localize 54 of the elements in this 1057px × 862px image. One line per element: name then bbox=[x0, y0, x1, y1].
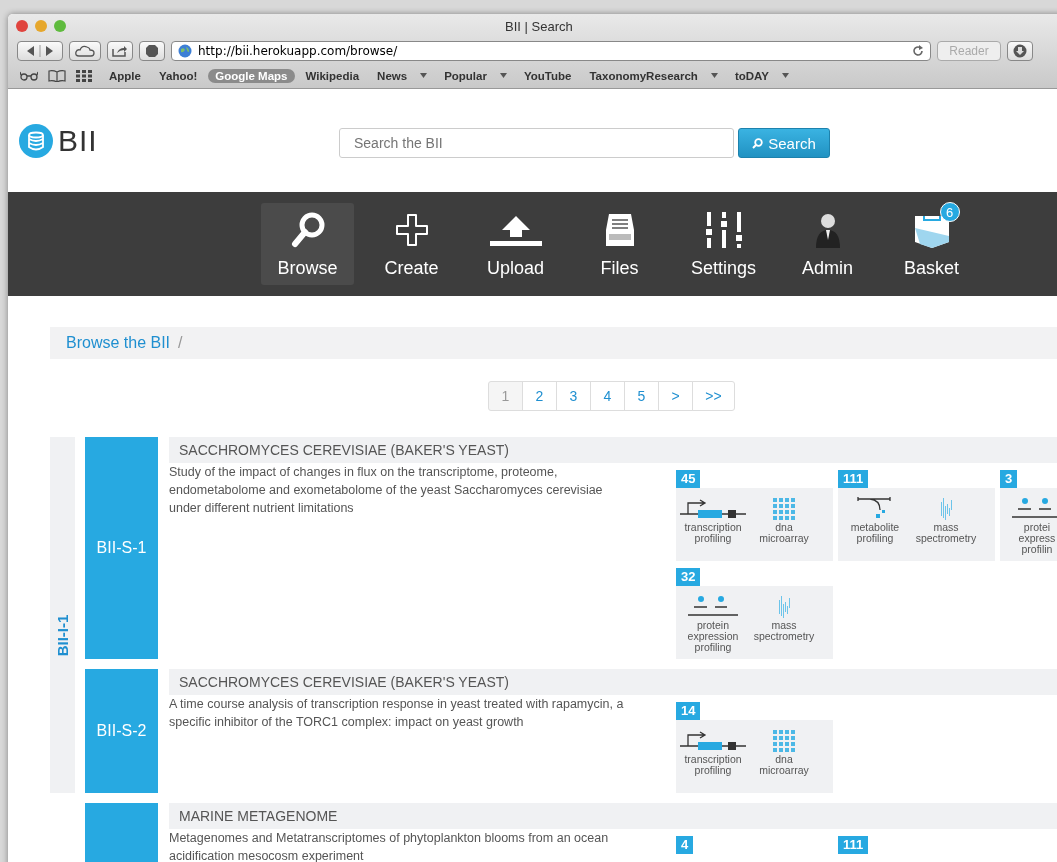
assay-label: mass spectrometry bbox=[915, 522, 977, 544]
search-field[interactable]: Search the BII bbox=[339, 128, 734, 158]
page-button[interactable]: 5 bbox=[624, 381, 659, 411]
bookmark-link[interactable]: toDAY bbox=[727, 69, 776, 83]
assay-label: metabolite profiling bbox=[850, 522, 900, 544]
assay-label: dna microarray bbox=[759, 754, 809, 776]
assay-count: 45 bbox=[676, 470, 701, 488]
assay-card[interactable]: transcription profiling dna microarray bbox=[676, 720, 833, 793]
bookmark-link[interactable]: Wikipedia bbox=[298, 69, 367, 83]
address-field[interactable]: http://bii.herokuapp.com/browse/ bbox=[171, 41, 931, 61]
assay-card[interactable]: transcription profiling dna microarray bbox=[676, 488, 833, 561]
study-title: MARINE METAGENOME bbox=[169, 803, 1057, 829]
assay-label: protein expression profiling bbox=[687, 620, 739, 653]
assay-count: 111 bbox=[838, 470, 869, 488]
assay-card[interactable]: metabolite profiling mass spectrometry bbox=[838, 488, 995, 561]
nav-tab[interactable]: Admin bbox=[781, 203, 874, 285]
page-button[interactable]: 2 bbox=[522, 381, 557, 411]
bookmark-link[interactable]: TaxonomyResearch bbox=[582, 69, 705, 83]
assay-label: mass spectrometry bbox=[753, 620, 815, 642]
logo-text: BII bbox=[58, 124, 98, 158]
page-button[interactable]: 4 bbox=[590, 381, 625, 411]
bookmark-link[interactable]: Apple bbox=[102, 69, 148, 83]
study-description: Study of the impact of changes in flux on the transcriptome, proteome, endometabolome and exometabolome of the yeast Saccharomyces cerevisiae under different nutrient limitations bbox=[169, 464, 604, 517]
nav-tab[interactable]: Files bbox=[573, 203, 666, 285]
page-button[interactable]: >> bbox=[692, 381, 735, 411]
bookmark-link[interactable]: Popular bbox=[437, 69, 494, 83]
bookmark-link[interactable]: News bbox=[370, 69, 415, 83]
window-title: BII | Search bbox=[505, 18, 573, 34]
breadcrumb-separator: / bbox=[178, 334, 183, 352]
bookmark-link[interactable]: YouTube bbox=[516, 69, 579, 83]
assay-count: 3 bbox=[1000, 470, 1018, 488]
assay-label: transcription profiling bbox=[684, 754, 742, 776]
assay-count: 4 bbox=[676, 836, 694, 854]
study-title: SACCHROMYCES CEREVISIAE (BAKER'S YEAST) bbox=[169, 669, 1057, 695]
count-badge: 6 bbox=[939, 202, 960, 222]
assay-card[interactable]: protei express profilin bbox=[1000, 488, 1057, 561]
page-button[interactable]: 3 bbox=[556, 381, 591, 411]
assay-count: 111 bbox=[838, 836, 869, 854]
bookmark-link[interactable]: Yahoo! bbox=[151, 69, 205, 83]
nav-tab[interactable]: 6 Basket bbox=[885, 203, 978, 285]
nav-tab[interactable]: Browse bbox=[261, 203, 354, 285]
study-title: SACCHROMYCES CEREVISIAE (BAKER'S YEAST) bbox=[169, 437, 1057, 463]
nav-tab[interactable]: Upload bbox=[469, 203, 562, 285]
assay-label: protei express profilin bbox=[1018, 522, 1056, 555]
page-button[interactable]: > bbox=[658, 381, 693, 411]
nav-tab[interactable]: Create bbox=[365, 203, 458, 285]
assay-label: dna microarray bbox=[759, 522, 809, 544]
assay-card[interactable]: protein expression profiling mass spectrometry bbox=[676, 586, 833, 659]
study-description: A time course analysis of transcription response in yeast treated with rapamycin, a specific inhibitor of the TORC1 complex: impact on yeast growth bbox=[169, 696, 624, 731]
study-description: Metagenomes and Metatranscriptomes of phytoplankton blooms from an ocean acidification mesocosm experiment bbox=[169, 830, 610, 862]
assay-count: 32 bbox=[676, 568, 701, 586]
nav-tab[interactable]: Settings bbox=[677, 203, 770, 285]
assay-label: transcription profiling bbox=[684, 522, 742, 544]
assay-count: 14 bbox=[676, 702, 701, 720]
